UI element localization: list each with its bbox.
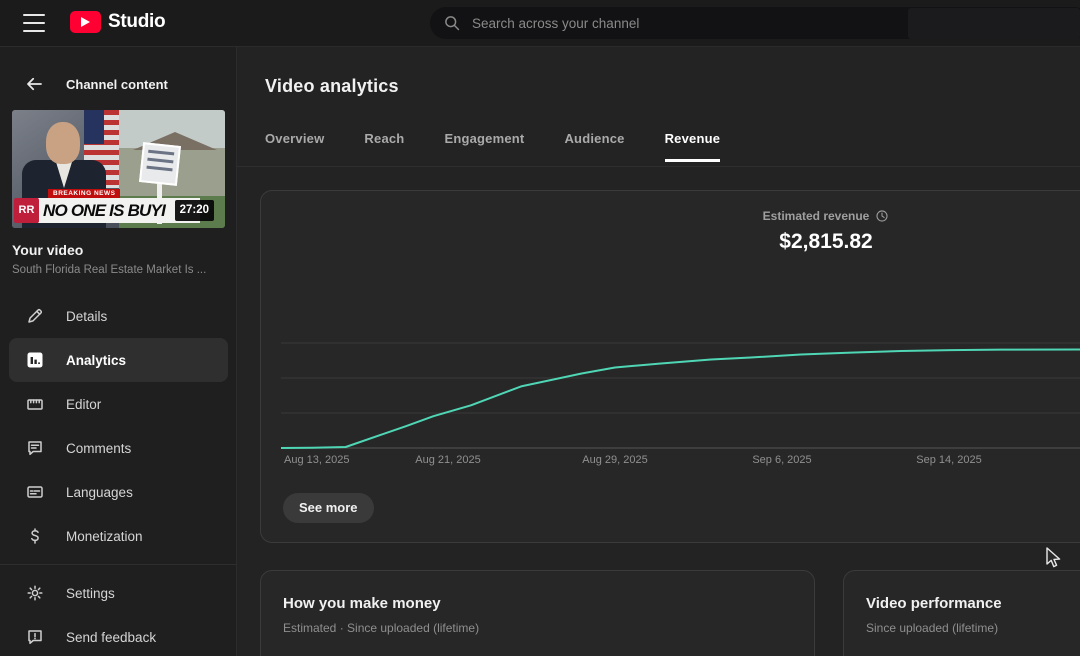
back-to-channel-content[interactable]: Channel content xyxy=(0,68,237,100)
x-tick-label: Aug 13, 2025 xyxy=(284,454,350,466)
mouse-cursor xyxy=(1046,547,1061,568)
sidebar-item-analytics[interactable]: Analytics xyxy=(9,338,228,382)
revenue-chart-card: Estimated revenue $2,815.82 Aug 13, 2025… xyxy=(260,190,1080,543)
tab-audience[interactable]: Audience xyxy=(564,131,624,162)
sidebar-divider xyxy=(0,564,237,565)
comments-icon xyxy=(25,438,45,458)
sidebar-item-label: Send feedback xyxy=(66,629,157,645)
hamburger-menu-icon[interactable] xyxy=(23,14,47,33)
your-video-label: Your video xyxy=(12,242,84,258)
see-more-button[interactable]: See more xyxy=(283,493,374,523)
tab-reach[interactable]: Reach xyxy=(364,131,404,162)
sidebar-item-label: Comments xyxy=(66,440,132,456)
x-tick-label: Aug 29, 2025 xyxy=(582,454,648,466)
sidebar-menu: Details Analytics Editor Comments Languages M… xyxy=(0,294,237,656)
sidebar-item-label: Analytics xyxy=(66,352,127,368)
x-tick-label: Aug 21, 2025 xyxy=(415,454,481,466)
studio-logo-text: Studio xyxy=(108,11,166,32)
sidebar-item-label: Monetization xyxy=(66,528,143,544)
metric-label: Estimated revenue xyxy=(762,209,870,223)
sidebar-item-editor[interactable]: Editor xyxy=(0,382,237,426)
card-subtitle: Estimated · Since uploaded (lifetime) xyxy=(283,621,480,635)
x-tick-label: Sep 14, 2025 xyxy=(916,454,982,466)
lifetime-clock-icon xyxy=(876,210,888,222)
tab-engagement[interactable]: Engagement xyxy=(444,131,524,162)
dollar-icon xyxy=(25,526,45,546)
metric-value: $2,815.82 xyxy=(779,230,873,253)
estimated-revenue-metric: Estimated revenue $2,815.82 xyxy=(691,207,961,254)
sidebar-item-languages[interactable]: Languages xyxy=(0,470,237,514)
studio-logo[interactable]: Studio xyxy=(70,11,166,33)
sidebar-item-label: Languages xyxy=(66,484,133,500)
video-title: South Florida Real Estate Market Is ... xyxy=(12,264,207,276)
editor-icon xyxy=(25,394,45,414)
sidebar-item-comments[interactable]: Comments xyxy=(0,426,237,470)
feedback-icon xyxy=(25,627,45,647)
sidebar-item-details[interactable]: Details xyxy=(0,294,237,338)
video-duration-badge: 27:20 xyxy=(174,200,214,221)
youtube-play-icon xyxy=(70,11,101,33)
page-title: Video analytics xyxy=(265,76,399,96)
tab-overview[interactable]: Overview xyxy=(265,131,324,162)
sidebar-item-label: Details xyxy=(66,308,108,324)
gear-icon xyxy=(25,583,45,603)
card-video-performance: Video performance Since uploaded (lifetim… xyxy=(843,570,1080,656)
tab-revenue[interactable]: Revenue xyxy=(664,131,721,162)
sidebar-item-monetization[interactable]: Monetization xyxy=(0,514,237,558)
card-how-you-make-money: How you make money Estimated · Since uplo… xyxy=(260,570,815,656)
sidebar-item-send-feedback[interactable]: Send feedback xyxy=(0,615,237,656)
sidebar-item-label: Settings xyxy=(66,585,115,601)
video-thumbnail[interactable]: BREAKING NEWS NO ONE IS BUYI RR 27:20 xyxy=(12,110,225,228)
topbar-right-blur xyxy=(908,8,1080,39)
pencil-icon xyxy=(25,306,45,326)
card-title: Video performance xyxy=(866,595,1002,612)
youtube-studio-window: Studio Channel content BREAKING NEWS NO … xyxy=(0,0,1080,656)
card-subtitle: Since uploaded (lifetime) xyxy=(866,621,999,635)
card-title: How you make money xyxy=(283,595,441,612)
x-axis-ticks: Aug 13, 2025 Aug 21, 2025 Aug 29, 2025 Sep … xyxy=(281,454,1080,470)
sidebar: Channel content BREAKING NEWS NO ONE IS … xyxy=(0,47,237,656)
sidebar-item-label: Editor xyxy=(66,396,102,412)
languages-icon xyxy=(25,482,45,502)
topbar: Studio xyxy=(0,0,1080,47)
search-icon xyxy=(445,16,460,31)
x-tick-label: Sep 6, 2025 xyxy=(752,454,812,466)
revenue-line-chart[interactable] xyxy=(281,336,1080,452)
tabs-divider xyxy=(237,166,1080,167)
back-label: Channel content xyxy=(66,76,168,92)
analytics-tabs: Overview Reach Engagement Audience Revenue xyxy=(265,131,721,162)
back-arrow-icon xyxy=(27,77,42,91)
analytics-icon xyxy=(25,350,45,370)
search-input[interactable] xyxy=(472,15,952,31)
sidebar-item-settings[interactable]: Settings xyxy=(0,571,237,615)
thumbnail-channel-logo: RR xyxy=(14,198,39,223)
